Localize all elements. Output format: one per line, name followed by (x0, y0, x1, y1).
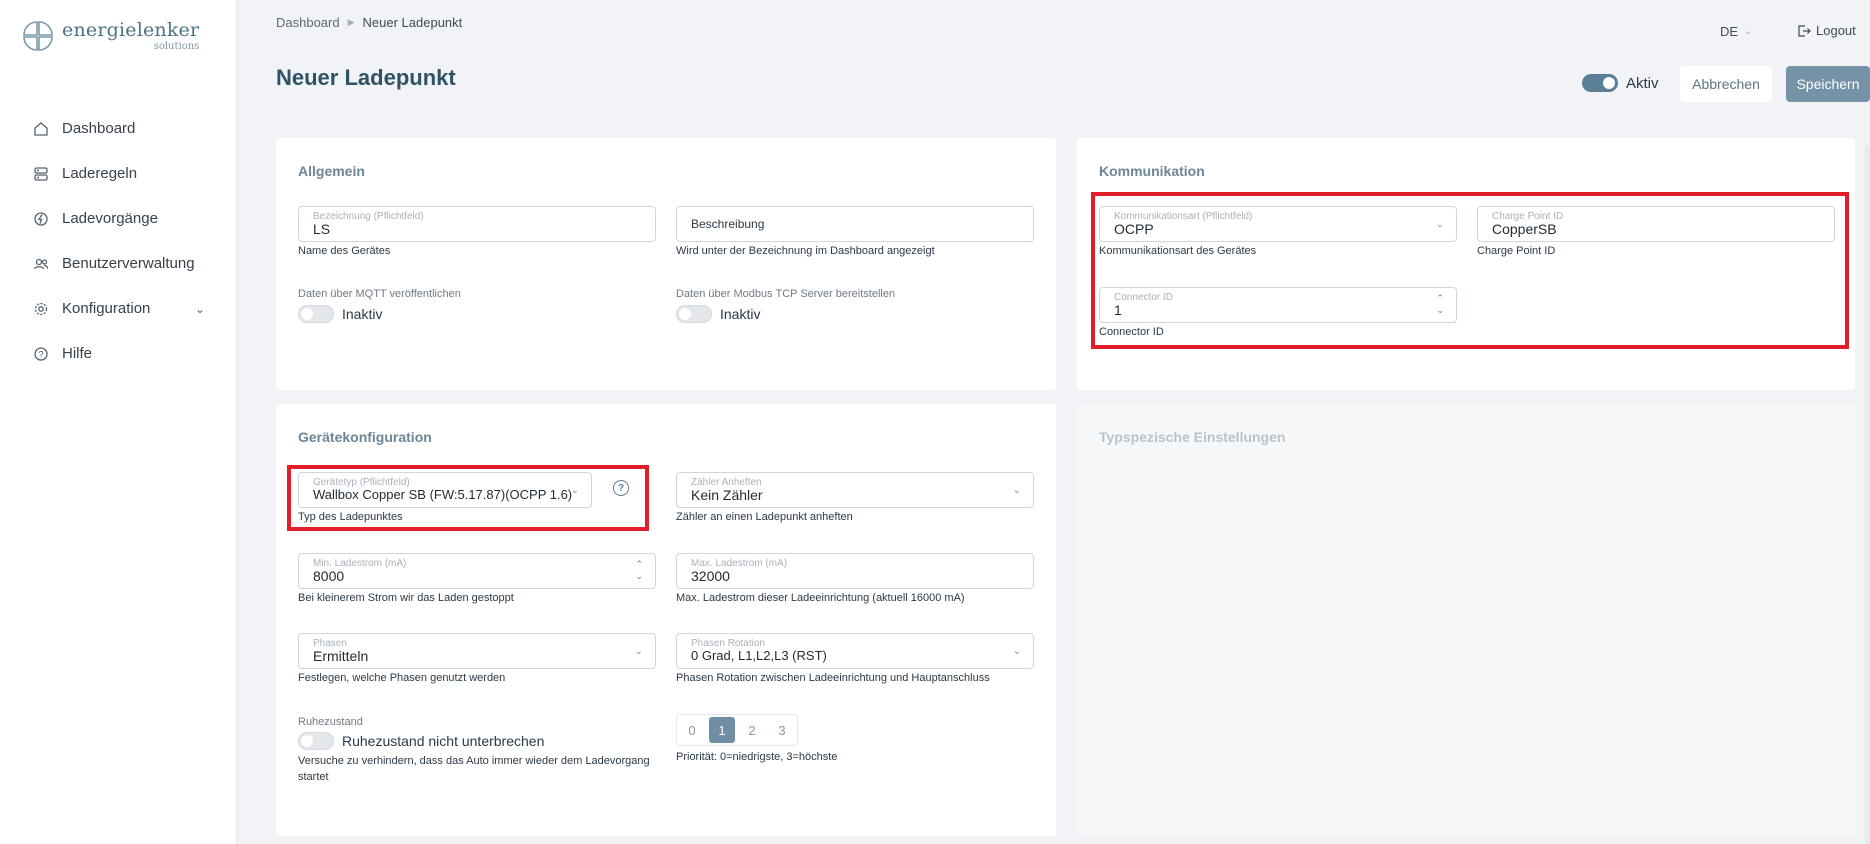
priority-option-0[interactable]: 0 (679, 717, 705, 743)
zaehler-select[interactable]: Zähler Anheften Kein Zähler ⌄ (676, 472, 1034, 508)
sidebar-item-label: Konfiguration (62, 300, 151, 317)
scrollbar[interactable] (1865, 145, 1870, 844)
sidebar-item-konfiguration[interactable]: Konfiguration ⌄ (0, 286, 237, 331)
phasen-help: Festlegen, welche Phasen genutzt werden (298, 672, 506, 684)
modbus-toggle-group: Inaktiv (676, 305, 760, 323)
chevron-down-icon: ⌄ (1744, 26, 1753, 37)
stepper-arrows-icon[interactable]: ⌃ ⌄ (635, 558, 643, 582)
bezeichnung-value: LS (313, 221, 331, 237)
beschreibung-field[interactable]: Beschreibung (676, 206, 1034, 242)
sidebar-item-label: Hilfe (62, 345, 93, 362)
mqtt-state: Inaktiv (342, 306, 383, 322)
svg-text:?: ? (38, 349, 43, 359)
card-allgemein: Allgemein Bezeichnung (Pflichtfeld) LS N… (276, 138, 1056, 390)
max-ladestrom-value: 32000 (691, 568, 730, 584)
sidebar-item-label: Laderegeln (62, 165, 138, 182)
sidebar-item-dashboard[interactable]: Dashboard (0, 106, 237, 151)
phasen-rotation-select[interactable]: Phasen Rotation 0 Grad, L1,L2,L3 (RST) ⌄ (676, 633, 1034, 669)
card-typspezifische-einstellungen: Typspezische Einstellungen (1077, 404, 1855, 836)
min-ladestrom-help: Bei kleinerem Strom wir das Laden gestop… (298, 592, 514, 604)
logout-button[interactable]: Logout (1797, 23, 1856, 38)
language-select[interactable]: DE ⌄ (1720, 24, 1752, 39)
users-icon (32, 255, 50, 273)
language-value: DE (1720, 24, 1739, 39)
min-ladestrom-value: 8000 (313, 568, 345, 584)
chevron-down-icon: ⌄ (1012, 485, 1021, 496)
breadcrumb-separator-icon: ▶ (347, 17, 355, 27)
ruhezustand-help-line2: startet (298, 771, 329, 783)
card-title-geraetekonfiguration: Gerätekonfiguration (298, 429, 432, 445)
phasen-value: Ermitteln (313, 648, 369, 664)
max-ladestrom-help: Max. Ladestrom dieser Ladeeinrichtung (a… (676, 592, 965, 604)
ruhezustand-toggle-label: Ruhezustand nicht unterbrechen (342, 733, 545, 749)
ruhezustand-toggle-group: Ruhezustand nicht unterbrechen (298, 732, 544, 750)
save-button[interactable]: Speichern (1786, 66, 1870, 102)
sidebar: energielenker solutions Dashboard Ladere… (0, 0, 237, 844)
beschreibung-placeholder: Beschreibung (691, 217, 765, 231)
sidebar-item-label: Benutzerverwaltung (62, 255, 195, 272)
sidebar-nav: Dashboard Laderegeln Ladevorgänge Benutz… (0, 106, 237, 376)
page-title: Neuer Ladepunkt (276, 65, 456, 90)
mqtt-label: Daten über MQTT veröffentlichen (298, 288, 461, 300)
zaehler-value: Kein Zähler (691, 487, 763, 503)
modbus-state: Inaktiv (720, 306, 761, 322)
priority-selector: 0 1 2 3 (676, 714, 798, 746)
logout-icon (1798, 24, 1811, 37)
phasen-rotation-value: 0 Grad, L1,L2,L3 (RST) (691, 648, 827, 663)
brand-sub: solutions (153, 40, 200, 52)
bezeichnung-field[interactable]: Bezeichnung (Pflichtfeld) LS (298, 206, 656, 242)
priority-help: Priorität: 0=niedrigste, 3=höchste (676, 751, 838, 763)
modbus-label: Daten über Modbus TCP Server bereitstell… (676, 288, 896, 300)
modbus-toggle[interactable] (676, 305, 712, 323)
charging-icon (32, 210, 50, 228)
cancel-button[interactable]: Abbrechen (1680, 66, 1772, 102)
priority-option-3[interactable]: 3 (769, 717, 795, 743)
home-icon (32, 120, 50, 138)
highlight-kommunikation (1091, 192, 1849, 349)
priority-option-1[interactable]: 1 (709, 717, 735, 743)
brand-logo[interactable]: energielenker solutions (20, 18, 199, 54)
beschreibung-help: Wird unter der Bezeichnung im Dashboard … (676, 245, 935, 257)
ruhezustand-toggle[interactable] (298, 732, 334, 750)
active-toggle-group: Aktiv (1582, 74, 1659, 92)
sidebar-item-label: Ladevorgänge (62, 210, 158, 227)
card-title-kommunikation: Kommunikation (1099, 163, 1205, 179)
ruhezustand-help-line1: Versuche zu verhindern, dass das Auto im… (298, 755, 650, 767)
breadcrumb-current: Neuer Ladepunkt (362, 15, 463, 30)
bezeichnung-help: Name des Gerätes (298, 245, 391, 257)
phasen-select[interactable]: Phasen Ermitteln ⌄ (298, 633, 656, 669)
sidebar-item-ladevorgaenge[interactable]: Ladevorgänge (0, 196, 237, 241)
breadcrumb: Dashboard ▶ Neuer Ladepunkt (276, 15, 462, 30)
active-toggle-label: Aktiv (1626, 74, 1659, 92)
min-ladestrom-stepper[interactable]: Min. Ladestrom (mA) 8000 ⌃ ⌄ (298, 553, 656, 589)
mqtt-toggle-group: Inaktiv (298, 305, 382, 323)
sidebar-item-benutzerverwaltung[interactable]: Benutzerverwaltung (0, 241, 237, 286)
highlight-geraetetyp (287, 465, 649, 531)
chevron-down-icon: ⌄ (1012, 646, 1021, 657)
phasen-rotation-help: Phasen Rotation zwischen Ladeeinrichtung… (676, 672, 990, 684)
priority-option-2[interactable]: 2 (739, 717, 765, 743)
mqtt-toggle[interactable] (298, 305, 334, 323)
gear-icon (32, 300, 50, 318)
sidebar-item-laderegeln[interactable]: Laderegeln (0, 151, 237, 196)
zaehler-help: Zähler an einen Ladepunkt anheften (676, 511, 853, 523)
chevron-down-icon[interactable]: ⌄ (195, 302, 205, 316)
sidebar-item-label: Dashboard (62, 120, 136, 137)
card-title-typspezifische-einstellungen: Typspezische Einstellungen (1099, 429, 1286, 445)
sidebar-item-hilfe[interactable]: ? Hilfe (0, 331, 237, 376)
brand-name: energielenker (62, 18, 200, 41)
logout-label: Logout (1816, 23, 1856, 38)
active-toggle[interactable] (1582, 74, 1618, 92)
max-ladestrom-field[interactable]: Max. Ladestrom (mA) 32000 (676, 553, 1034, 589)
logo-icon (23, 21, 53, 51)
ruhezustand-label: Ruhezustand (298, 716, 363, 728)
rules-icon (32, 165, 50, 183)
breadcrumb-root[interactable]: Dashboard (276, 15, 340, 30)
help-icon: ? (32, 345, 50, 363)
chevron-down-icon: ⌄ (634, 646, 643, 657)
card-title-allgemein: Allgemein (298, 163, 365, 179)
